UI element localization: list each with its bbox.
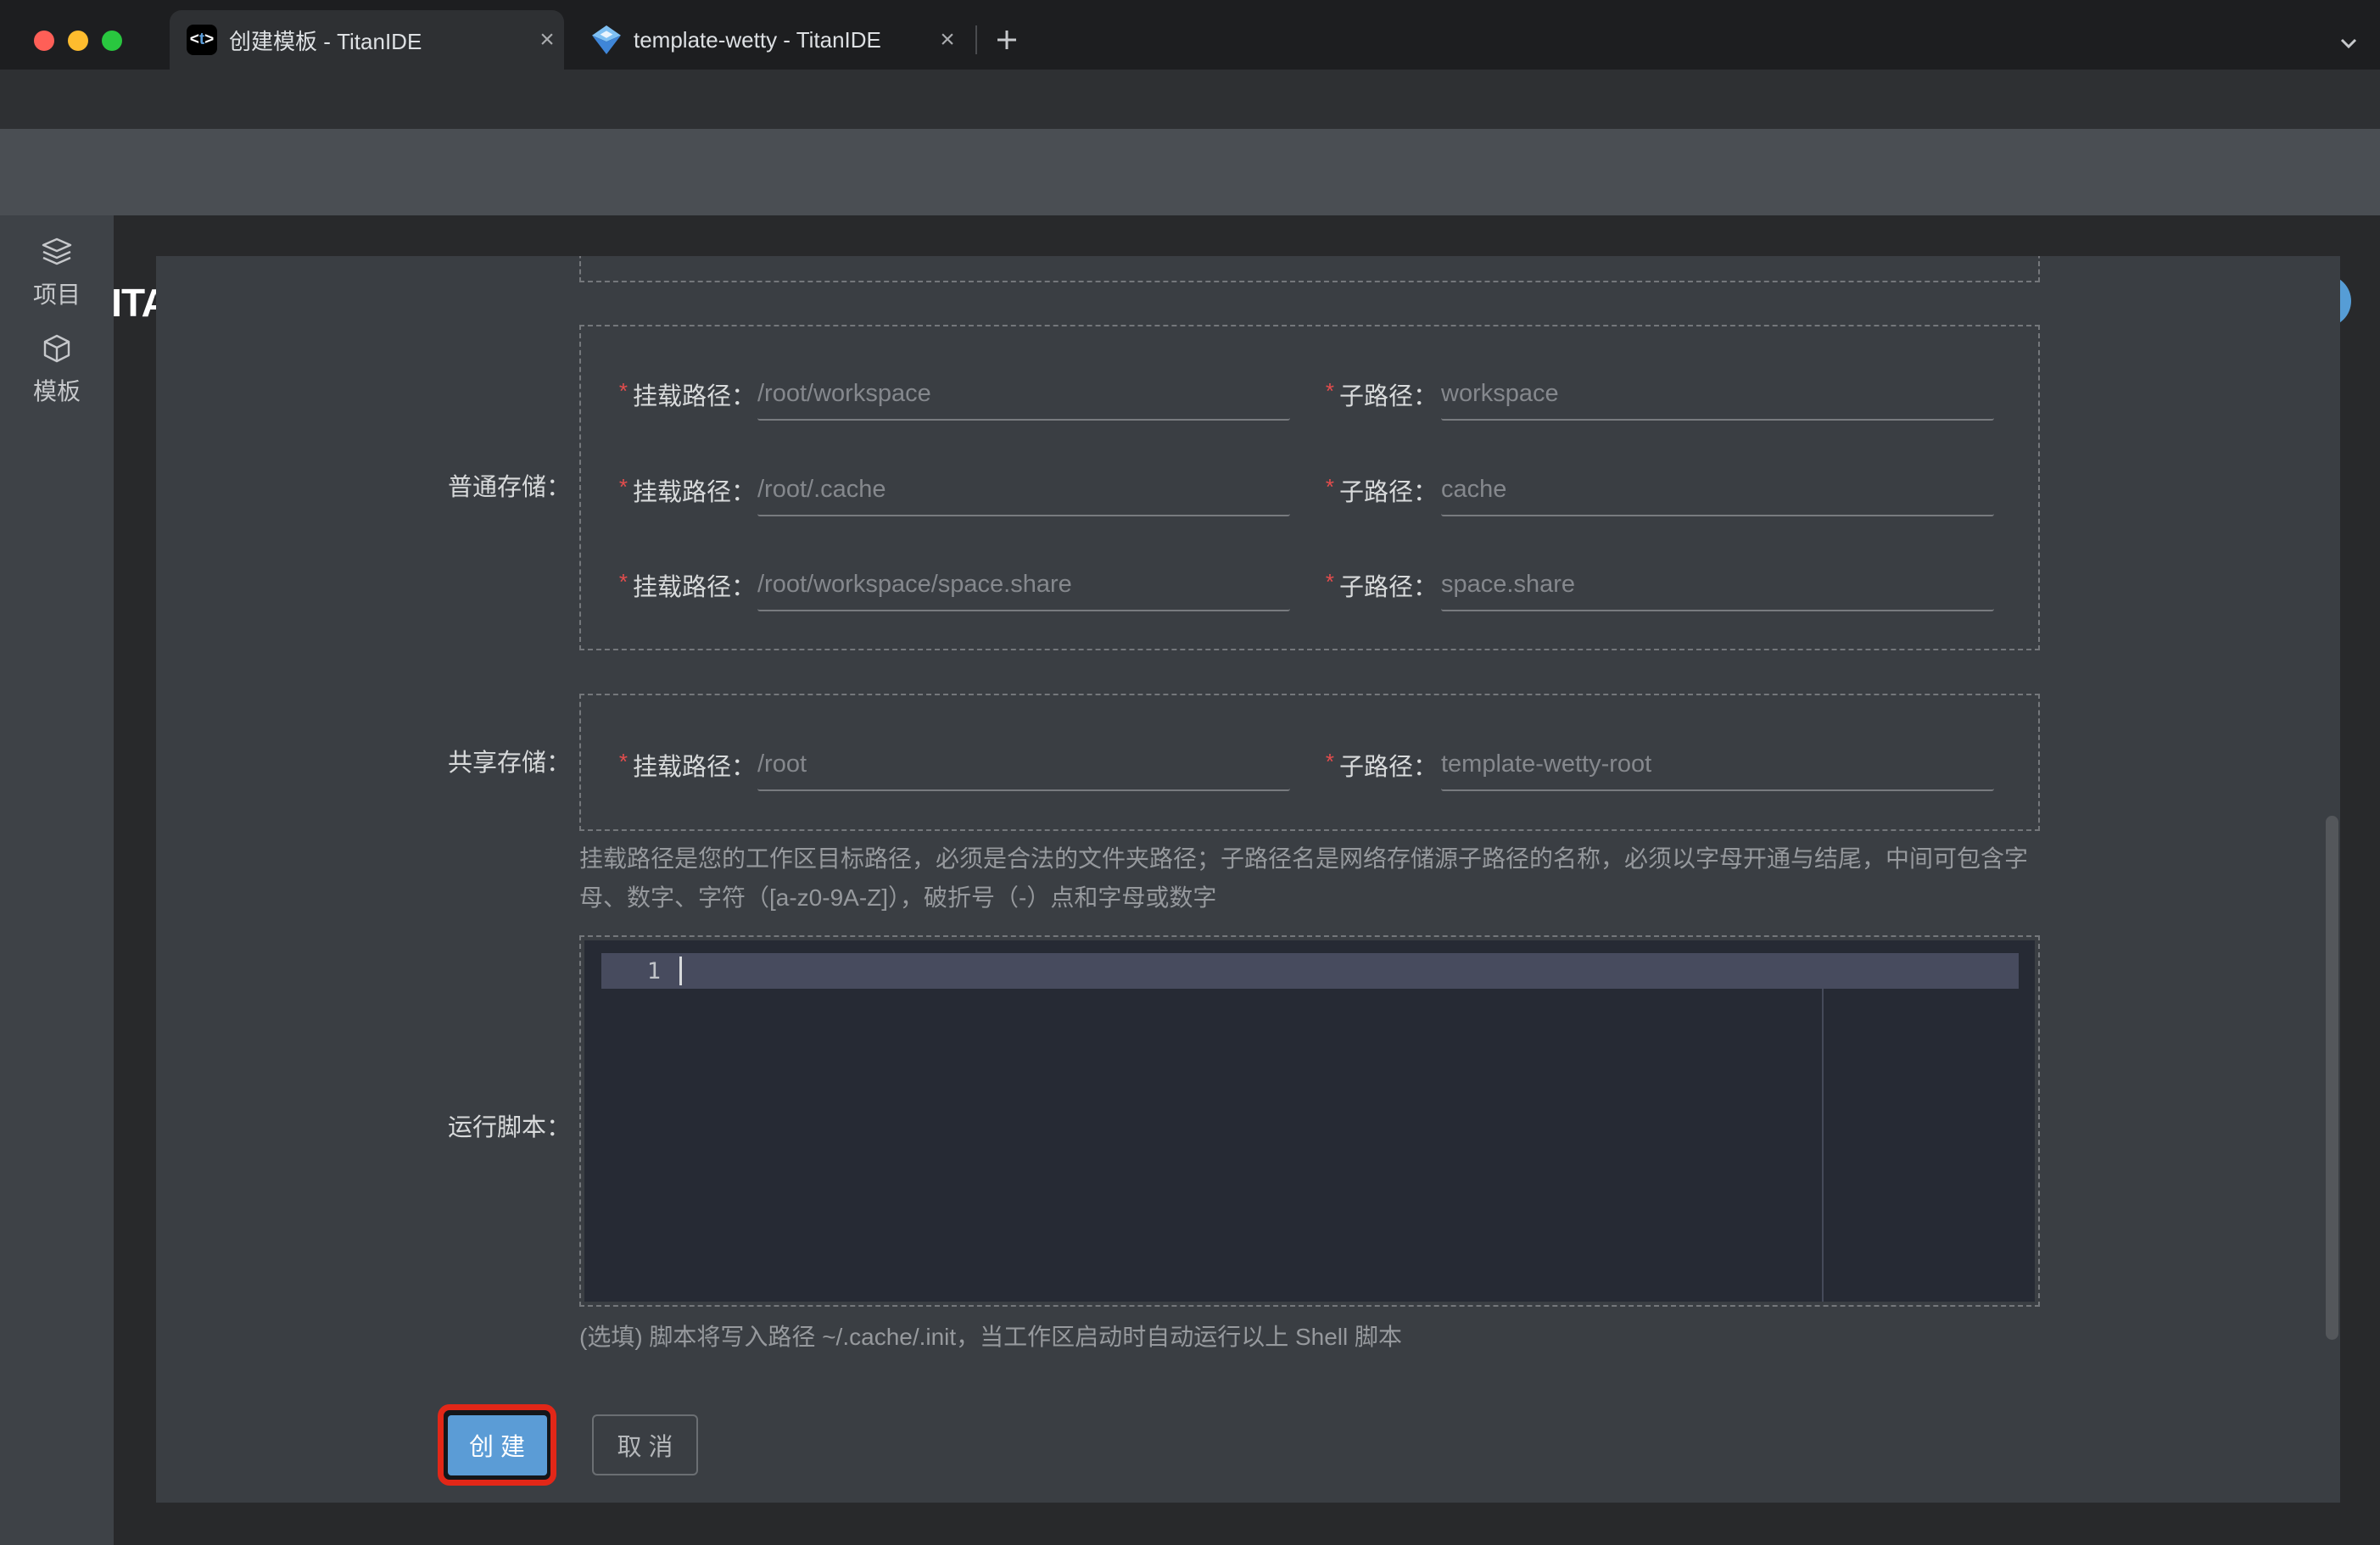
mount-path-label: * 挂载路径：	[618, 568, 756, 602]
shared-storage-label: 共享存储：	[447, 750, 571, 777]
mount-path-label: * 挂载路径：	[618, 377, 756, 411]
sub-path-label: * 子路径：	[1325, 568, 1438, 602]
tab-close-icon[interactable]: ×	[530, 25, 564, 54]
create-button[interactable]: 创 建	[447, 1414, 547, 1475]
sub-path-input[interactable]: space.share	[1441, 559, 1994, 611]
sidebar-item-label: 项目	[32, 282, 81, 308]
create-template-form-card: 普通存储： * 挂载路径： /root/workspace * 子路径： wor…	[156, 256, 2340, 1503]
browser-tab-inactive[interactable]: template-wetty - TitanIDE ×	[574, 10, 964, 70]
titanide-favicon-icon: < t >	[187, 25, 217, 55]
required-asterisk: *	[1325, 748, 1334, 774]
cancel-button[interactable]: 取 消	[592, 1414, 698, 1475]
sub-path-label: * 子路径：	[1325, 377, 1438, 411]
app-header: <t>TITANIDE 创建模板 demo ?	[0, 129, 2380, 329]
required-asterisk: *	[618, 473, 628, 499]
required-asterisk: *	[1325, 568, 1334, 594]
browser-toolbar: try.titanide.cn/ide/web/workspace/templa…	[0, 70, 2380, 193]
editor-active-line: 1	[601, 953, 2019, 989]
mount-path-input[interactable]: /root	[757, 739, 1290, 791]
app-sidebar: 项目 模板	[0, 215, 114, 1545]
create-button-highlight-ring: 创 建	[438, 1404, 556, 1486]
mount-path-input[interactable]: /root/.cache	[757, 464, 1290, 516]
screenshot-root: < t > 创建模板 - TitanIDE × template-wetty - T…	[0, 0, 2380, 1545]
sidebar-item-label: 模板	[32, 378, 81, 404]
window-zoom-button[interactable]	[102, 31, 122, 51]
window-close-button[interactable]	[34, 31, 54, 51]
tab-divider	[975, 25, 977, 54]
cube-icon	[43, 334, 70, 363]
mount-path-label: * 挂载路径：	[618, 473, 756, 507]
window-minimize-button[interactable]	[68, 31, 88, 51]
editor-line-number: 1	[646, 957, 661, 984]
run-script-note: (选填) 脚本将写入路径 ~/.cache/.init，当工作区启动时自动运行以…	[579, 1324, 1403, 1350]
scrolled-storage-group-partial	[579, 256, 2040, 282]
template-wetty-favicon-icon	[592, 25, 621, 54]
sub-path-label: * 子路径：	[1325, 473, 1438, 507]
editor-ruler-line	[1822, 989, 1824, 1302]
sidebar-item-templates[interactable]: 模板	[0, 332, 114, 407]
normal-storage-label: 普通存储：	[447, 474, 571, 501]
tab-search-chevron-icon[interactable]	[2334, 29, 2363, 58]
browser-tab-strip: < t > 创建模板 - TitanIDE × template-wetty - T…	[0, 0, 2380, 70]
page-scrollbar-thumb[interactable]	[2326, 816, 2338, 1340]
layers-icon	[42, 237, 72, 265]
browser-tab-active[interactable]: < t > 创建模板 - TitanIDE ×	[170, 10, 564, 70]
mount-path-input[interactable]: /root/workspace	[757, 368, 1290, 421]
required-asterisk: *	[618, 377, 628, 404]
tab-title: 创建模板 - TitanIDE	[229, 28, 422, 54]
tab-close-icon[interactable]: ×	[930, 25, 964, 54]
sub-path-input[interactable]: cache	[1441, 464, 1994, 516]
sub-path-input[interactable]: template-wetty-root	[1441, 739, 1994, 791]
new-tab-button[interactable]	[991, 24, 1023, 56]
run-script-label: 运行脚本：	[447, 1114, 571, 1141]
required-asterisk: *	[1325, 473, 1334, 499]
path-rules-hint: 挂载路径是您的工作区目标路径，必须是合法的文件夹路径；子路径名是网络存储源子路径…	[579, 845, 2029, 911]
sub-path-input[interactable]: workspace	[1441, 368, 1994, 421]
script-editor[interactable]: 1	[584, 940, 2035, 1302]
tab-title: template-wetty - TitanIDE	[634, 26, 881, 53]
editor-caret	[679, 957, 682, 985]
required-asterisk: *	[618, 748, 628, 774]
required-asterisk: *	[618, 568, 628, 594]
sub-path-label: * 子路径：	[1325, 748, 1438, 782]
mount-path-input[interactable]: /root/workspace/space.share	[757, 559, 1290, 611]
mount-path-label: * 挂载路径：	[618, 748, 756, 782]
required-asterisk: *	[1325, 377, 1334, 404]
sidebar-item-projects[interactable]: 项目	[0, 236, 114, 310]
